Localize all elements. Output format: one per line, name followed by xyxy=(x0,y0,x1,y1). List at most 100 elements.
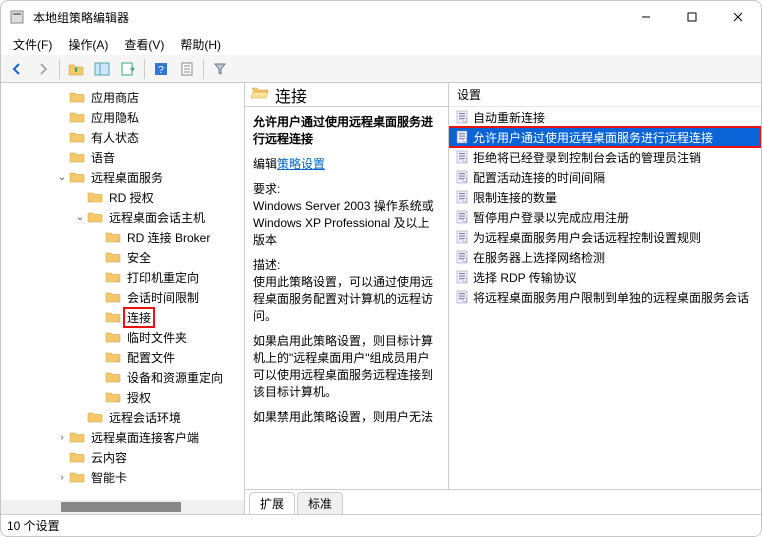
tree-item-label: 配置文件 xyxy=(125,349,177,366)
toolbar: ? xyxy=(1,55,761,83)
help-button[interactable]: ? xyxy=(149,58,173,80)
tree-item[interactable]: ⌄ 远程桌面会话主机 xyxy=(1,207,244,227)
list-item-label: 在服务器上选择网络检测 xyxy=(473,249,605,266)
list-item[interactable]: 在服务器上选择网络检测 xyxy=(449,247,761,267)
tree-item[interactable]: › 远程桌面连接客户端 xyxy=(1,427,244,447)
tree-item[interactable]: 有人状态 xyxy=(1,127,244,147)
chevron-right-icon[interactable]: › xyxy=(55,432,69,443)
tree-item[interactable]: 会话时间限制 xyxy=(1,287,244,307)
export-list-button[interactable] xyxy=(116,58,140,80)
list-item[interactable]: 配置活动连接的时间间隔 xyxy=(449,167,761,187)
tab-extended[interactable]: 扩展 xyxy=(249,492,295,514)
menu-help[interactable]: 帮助(H) xyxy=(172,34,229,55)
policy-icon xyxy=(455,170,469,184)
list-item[interactable]: 为远程桌面服务用户会话远程控制设置规则 xyxy=(449,227,761,247)
tree-item[interactable]: 打印机重定向 xyxy=(1,267,244,287)
folder-icon xyxy=(105,230,121,244)
folder-icon xyxy=(105,330,121,344)
tree-item[interactable]: 安全 xyxy=(1,247,244,267)
tree-item[interactable]: 语音 xyxy=(1,147,244,167)
policy-icon xyxy=(455,290,469,304)
tree-item-label: 应用隐私 xyxy=(89,109,141,126)
list-item-label: 配置活动连接的时间间隔 xyxy=(473,169,605,186)
list-column-header[interactable]: 设置 xyxy=(449,83,761,107)
chevron-right-icon[interactable]: › xyxy=(55,472,69,483)
policy-title: 允许用户通过使用远程桌面服务进行远程连接 xyxy=(253,113,440,147)
requirement-label: 要求: xyxy=(253,180,440,197)
detail-tabs: 扩展 标准 xyxy=(245,490,761,514)
list-item-label: 拒绝将已经登录到控制台会话的管理员注销 xyxy=(473,149,701,166)
tree-item[interactable]: 授权 xyxy=(1,387,244,407)
edit-policy-link[interactable]: 策略设置 xyxy=(277,157,325,171)
policy-icon xyxy=(455,190,469,204)
settings-list[interactable]: 自动重新连接允许用户通过使用远程桌面服务进行远程连接拒绝将已经登录到控制台会话的… xyxy=(449,107,761,489)
tree-item[interactable]: 临时文件夹 xyxy=(1,327,244,347)
list-item[interactable]: 选择 RDP 传输协议 xyxy=(449,267,761,287)
list-item[interactable]: 允许用户通过使用远程桌面服务进行远程连接 xyxy=(449,127,761,147)
policy-icon xyxy=(455,150,469,164)
folder-icon xyxy=(69,470,85,484)
list-item-label: 自动重新连接 xyxy=(473,109,545,126)
app-icon xyxy=(9,9,25,25)
filter-button[interactable] xyxy=(208,58,232,80)
list-item-label: 限制连接的数量 xyxy=(473,189,557,206)
folder-icon xyxy=(87,190,103,204)
tree-item-label: 远程桌面连接客户端 xyxy=(89,429,201,446)
tree-item-label: 远程桌面会话主机 xyxy=(107,209,207,226)
show-hide-tree-button[interactable] xyxy=(90,58,114,80)
separator xyxy=(144,59,145,79)
detail-pane: 连接 允许用户通过使用远程桌面服务进行远程连接 编辑策略设置 要求:Window… xyxy=(245,83,449,489)
tab-standard[interactable]: 标准 xyxy=(297,492,343,514)
tree-h-scrollbar[interactable] xyxy=(1,500,244,514)
chevron-down-icon[interactable]: ⌄ xyxy=(73,212,87,223)
menu-view[interactable]: 查看(V) xyxy=(116,34,172,55)
folder-open-icon xyxy=(251,85,269,104)
close-button[interactable] xyxy=(715,1,761,33)
tree-item-label: 云内容 xyxy=(89,449,129,466)
tree-item[interactable]: 连接 xyxy=(1,307,244,327)
list-item[interactable]: 拒绝将已经登录到控制台会话的管理员注销 xyxy=(449,147,761,167)
up-folder-button[interactable] xyxy=(64,58,88,80)
status-bar: 10 个设置 xyxy=(1,514,761,536)
maximize-button[interactable] xyxy=(669,1,715,33)
tree[interactable]: 应用商店应用隐私有人状态语音 ⌄ 远程桌面服务 RD 授权 ⌄ 远程桌面会话主机RD 连接… xyxy=(1,83,244,500)
properties-button[interactable] xyxy=(175,58,199,80)
tree-item[interactable]: RD 连接 Broker xyxy=(1,227,244,247)
list-item-label: 允许用户通过使用远程桌面服务进行远程连接 xyxy=(473,129,713,146)
folder-icon xyxy=(105,390,121,404)
tree-item-label: 授权 xyxy=(125,389,153,406)
tree-item[interactable]: 配置文件 xyxy=(1,347,244,367)
chevron-down-icon[interactable]: ⌄ xyxy=(55,172,69,183)
tree-item[interactable]: 设备和资源重定向 xyxy=(1,367,244,387)
tree-item-label: RD 授权 xyxy=(107,189,156,206)
description-text-2: 如果启用此策略设置，则目标计算机上的"远程桌面用户"组成员用户可以使用远程桌面服… xyxy=(253,332,440,400)
menu-action[interactable]: 操作(A) xyxy=(60,34,116,55)
detail-header: 连接 xyxy=(245,83,448,107)
tree-item[interactable]: 云内容 xyxy=(1,447,244,467)
tree-item[interactable]: 应用隐私 xyxy=(1,107,244,127)
tree-item-label: 会话时间限制 xyxy=(125,289,201,306)
tree-item[interactable]: 远程会话环境 xyxy=(1,407,244,427)
separator xyxy=(203,59,204,79)
description-label: 描述: xyxy=(253,256,440,273)
nav-back-button[interactable] xyxy=(5,58,29,80)
tree-item-label: 设备和资源重定向 xyxy=(125,369,225,386)
tree-item[interactable]: 应用商店 xyxy=(1,87,244,107)
list-item[interactable]: 限制连接的数量 xyxy=(449,187,761,207)
minimize-button[interactable] xyxy=(623,1,669,33)
list-item[interactable]: 自动重新连接 xyxy=(449,107,761,127)
nav-forward-button[interactable] xyxy=(31,58,55,80)
folder-icon xyxy=(69,110,85,124)
policy-icon xyxy=(455,210,469,224)
menu-file[interactable]: 文件(F) xyxy=(5,34,60,55)
folder-icon xyxy=(69,450,85,464)
list-item[interactable]: 暂停用户登录以完成应用注册 xyxy=(449,207,761,227)
tree-item[interactable]: RD 授权 xyxy=(1,187,244,207)
list-item[interactable]: 将远程桌面服务用户限制到单独的远程桌面服务会话 xyxy=(449,287,761,307)
tree-item[interactable]: ›智能卡 xyxy=(1,467,244,487)
tree-item[interactable]: ⌄ 远程桌面服务 xyxy=(1,167,244,187)
folder-icon xyxy=(105,250,121,264)
tree-item-label: 远程桌面服务 xyxy=(89,169,165,186)
description-text-3: 如果禁用此策略设置，则用户无法 xyxy=(253,408,440,425)
list-item-label: 为远程桌面服务用户会话远程控制设置规则 xyxy=(473,229,701,246)
